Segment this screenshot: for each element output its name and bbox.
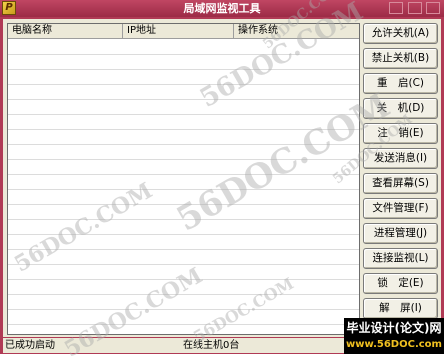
site-banner: 毕业设计(论文)网 www.56DOC.com [344,318,444,354]
list-row-line [8,294,359,295]
window-controls [388,2,440,15]
status-startup: 已成功启动 [5,340,55,351]
main-window: P 局域网监视工具 电脑名称 IP地址 操作系统 允许关机(A) 禁止关机(B)… [0,0,444,363]
list-row-line [8,84,359,85]
list-row-line [8,129,359,130]
list-row-line [8,249,359,250]
column-header-computer-name[interactable]: 电脑名称 [8,24,123,38]
list-row-line [8,309,359,310]
allow-shutdown-button[interactable]: 允许关机(A) [363,23,438,44]
close-button[interactable] [426,2,440,14]
list-row-line [8,279,359,280]
file-manager-button[interactable]: 文件管理(F) [363,198,438,219]
lock-button[interactable]: 锁 定(E) [363,273,438,294]
list-row-line [8,99,359,100]
list-row-line [8,189,359,190]
logoff-button[interactable]: 注 销(E) [363,123,438,144]
column-header-os[interactable]: 操作系统 [234,24,359,38]
shutdown-button[interactable]: 关 机(D) [363,98,438,119]
list-row-line [8,219,359,220]
list-row-line [8,174,359,175]
send-message-button[interactable]: 发送消息(I) [363,148,438,169]
list-row-line [8,144,359,145]
connection-monitor-button[interactable]: 连接监视(L) [363,248,438,269]
maximize-button[interactable] [407,2,422,14]
host-list-header: 电脑名称 IP地址 操作系统 [8,24,359,39]
host-list[interactable]: 电脑名称 IP地址 操作系统 [7,23,360,335]
list-row-line [8,54,359,55]
list-row-line [8,159,359,160]
column-header-ip-address[interactable]: IP地址 [123,24,234,38]
view-screen-button[interactable]: 查看屏幕(S) [363,173,438,194]
list-row-line [8,264,359,265]
restart-button[interactable]: 重 启(C) [363,73,438,94]
forbid-shutdown-button[interactable]: 禁止关机(B) [363,48,438,69]
list-row-line [8,234,359,235]
client-area: 电脑名称 IP地址 操作系统 允许关机(A) 禁止关机(B) 重 启(C) 关 … [3,19,441,337]
unlock-button[interactable]: 解 屏(I) [363,298,438,319]
list-row-line [8,204,359,205]
title-bar[interactable]: P 局域网监视工具 [0,0,444,17]
banner-title: 毕业设计(论文)网 [346,321,442,335]
list-row-line [8,324,359,325]
process-manager-button[interactable]: 进程管理(J) [363,223,438,244]
banner-url: www.56DOC.com [346,339,442,350]
list-row-line [8,114,359,115]
status-online-hosts: 在线主机0台 [183,340,240,351]
list-row-line [8,69,359,70]
window-title: 局域网监视工具 [183,2,261,15]
minimize-button[interactable] [389,2,403,14]
